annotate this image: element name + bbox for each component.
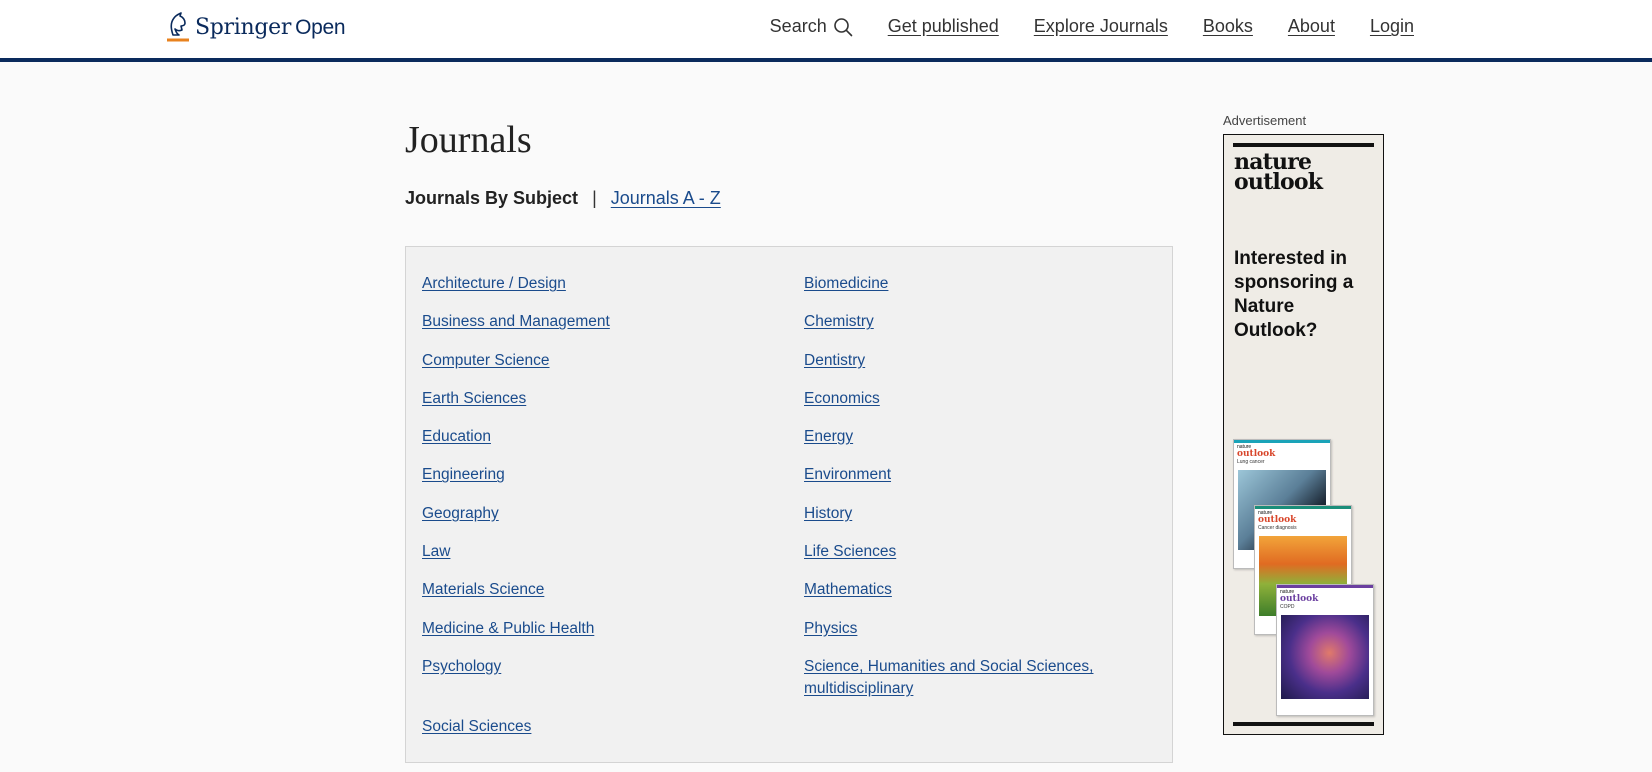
cover-title: outlook [1280, 594, 1319, 604]
ad-top-rule [1233, 143, 1374, 147]
nav-books[interactable]: Books [1203, 16, 1253, 37]
subject-link-psychology[interactable]: Psychology [422, 656, 804, 700]
nav-get-published[interactable]: Get published [888, 16, 999, 37]
subjects-list-panel: Architecture / Design Biomedicine Busine… [405, 246, 1173, 763]
subject-link-science-humanities-social-sciences[interactable]: Science, Humanities and Social Sciences,… [804, 656, 1164, 700]
subjects-grid: Architecture / Design Biomedicine Busine… [422, 273, 1156, 754]
cover-title: outlook [1237, 449, 1276, 459]
logo-brand: Springer [195, 14, 292, 40]
search-icon [833, 17, 853, 36]
cover-accent-bar [1234, 440, 1330, 443]
journals-by-subject-label: Journals By Subject [405, 188, 579, 208]
main-content: Journals Journals By Subject | Journals … [405, 118, 1175, 763]
subject-link-geography[interactable]: Geography [422, 503, 804, 525]
subject-link-chemistry[interactable]: Chemistry [804, 311, 1164, 333]
ad-bottom-rule [1233, 722, 1374, 726]
advertisement-label: Advertisement [1223, 113, 1307, 128]
subject-link-history[interactable]: History [804, 503, 1164, 525]
subject-link-business-management[interactable]: Business and Management [422, 311, 804, 333]
subject-link-law[interactable]: Law [422, 541, 804, 563]
springer-horse-icon [167, 12, 189, 42]
subject-link-physics[interactable]: Physics [804, 618, 1164, 640]
journals-view-switch: Journals By Subject | Journals A - Z [405, 188, 1175, 209]
subject-link-materials-science[interactable]: Materials Science [422, 579, 804, 601]
cover-artwork [1281, 615, 1369, 699]
cover-topic: Cancer diagnosis [1258, 525, 1297, 531]
subject-link-education[interactable]: Education [422, 426, 804, 448]
subject-link-economics[interactable]: Economics [804, 388, 1164, 410]
subject-link-earth-sciences[interactable]: Earth Sciences [422, 388, 804, 410]
page-title: Journals [405, 119, 532, 161]
main-nav: Search Get published Explore Journals Bo… [770, 16, 1414, 37]
cover-topic: Lung cancer [1237, 459, 1265, 465]
subject-link-environment[interactable]: Environment [804, 464, 1164, 486]
subject-link-biomedicine[interactable]: Biomedicine [804, 273, 1164, 295]
subject-link-life-sciences[interactable]: Life Sciences [804, 541, 1164, 563]
site-header: Springer Open Search Get published Explor… [0, 0, 1652, 62]
journals-a-z-link[interactable]: Journals A - Z [611, 188, 721, 209]
cover-accent-bar [1277, 585, 1373, 588]
nature-outlook-logo: nature outlook [1234, 151, 1323, 195]
nature-outlook-ad[interactable]: nature outlook Interested in sponsoring … [1223, 134, 1384, 735]
search-button[interactable]: Search [770, 16, 853, 37]
nav-about[interactable]: About [1288, 16, 1335, 37]
subject-link-dentistry[interactable]: Dentistry [804, 350, 1164, 372]
subject-link-architecture-design[interactable]: Architecture / Design [422, 273, 804, 295]
springer-open-logo[interactable]: Springer Open [165, 10, 346, 44]
subject-link-computer-science[interactable]: Computer Science [422, 350, 804, 372]
ad-cover-copd: nature outlook COPD [1276, 584, 1374, 716]
nav-login[interactable]: Login [1370, 16, 1414, 37]
cover-topic: COPD [1280, 604, 1295, 610]
subject-link-energy[interactable]: Energy [804, 426, 1164, 448]
separator: | [592, 188, 597, 208]
search-label: Search [769, 16, 827, 36]
logo-suffix: Open [295, 15, 346, 39]
cover-accent-bar [1255, 506, 1351, 509]
ad-cover-stack: nature outlook Lung cancer nature outloo… [1233, 439, 1375, 719]
subject-link-engineering[interactable]: Engineering [422, 464, 804, 486]
subject-link-medicine-public-health[interactable]: Medicine & Public Health [422, 618, 804, 640]
subject-link-mathematics[interactable]: Mathematics [804, 579, 1164, 601]
nav-explore-journals[interactable]: Explore Journals [1034, 16, 1168, 37]
ad-headline: Interested in sponsoring a Nature Outloo… [1234, 248, 1354, 341]
subject-link-social-sciences[interactable]: Social Sciences [422, 716, 804, 738]
cover-title: outlook [1258, 515, 1297, 525]
ad-brand-line2: outlook [1234, 169, 1323, 195]
